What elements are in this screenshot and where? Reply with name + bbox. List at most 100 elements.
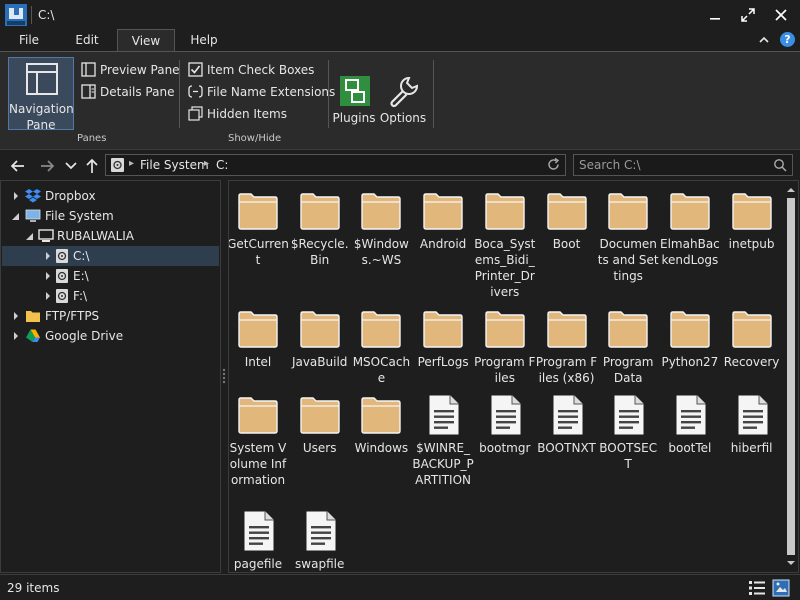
navigation-bar: ▸ File System ▸ C: — [0, 151, 800, 179]
collapse-ribbon-icon[interactable] — [757, 33, 771, 47]
folder-item[interactable]: $Windows.~WS — [352, 184, 410, 284]
scroll-up-icon[interactable] — [786, 185, 796, 195]
file-item[interactable]: BOOTSECT — [599, 388, 657, 488]
folder-item[interactable]: $Recycle.Bin — [291, 184, 349, 284]
plugins-button[interactable]: Plugins — [332, 74, 376, 134]
item-name: $Windows.~WS — [353, 237, 409, 267]
folder-icon — [238, 397, 278, 434]
item-name: BOOTNXT — [537, 441, 596, 455]
folder-item[interactable]: Program Files (x86) — [536, 302, 597, 402]
item-name: BOOTSECT — [599, 441, 658, 471]
file-icon — [613, 394, 645, 436]
close-button[interactable] — [772, 6, 790, 24]
item-name: JavaBuild — [291, 355, 348, 369]
item-name: Recovery — [723, 355, 780, 369]
file-item[interactable]: hiberfil — [723, 388, 781, 488]
expand-arrow-icon[interactable] — [43, 271, 53, 281]
file-item[interactable]: BOOTNXT — [537, 388, 596, 488]
expand-arrow-icon[interactable] — [11, 331, 21, 341]
scroll-down-icon[interactable] — [786, 558, 796, 568]
tree-item-file-system[interactable]: File System — [2, 206, 219, 226]
up-arrow-icon[interactable] — [83, 157, 101, 175]
details-view-icon[interactable] — [748, 579, 766, 597]
collapse-arrow-icon[interactable] — [24, 231, 34, 241]
expand-arrow-icon[interactable] — [43, 291, 53, 301]
drive-icon — [111, 158, 124, 172]
tree-item-dropbox[interactable]: Dropbox — [2, 186, 219, 206]
expand-arrow-icon[interactable] — [11, 311, 21, 321]
folder-item[interactable]: Android — [414, 184, 472, 284]
folder-item[interactable]: Intel — [229, 302, 287, 402]
file-icon — [737, 394, 769, 436]
back-arrow-icon[interactable] — [9, 157, 27, 175]
folder-item[interactable]: PerfLogs — [414, 302, 472, 402]
minimize-icon — [710, 18, 720, 20]
help-button[interactable]: ? — [780, 32, 795, 47]
search-icon[interactable] — [773, 158, 787, 172]
tree-item-ftp[interactable]: FTP/FTPS — [2, 306, 219, 326]
collapse-arrow-icon[interactable] — [10, 211, 20, 221]
folder-item[interactable]: MSOCache — [352, 302, 410, 402]
folder-item[interactable]: Recovery — [723, 302, 781, 402]
folder-item[interactable]: Boca_Systems_Bidi_Printer_Drivers — [474, 184, 535, 299]
close-icon — [775, 9, 787, 21]
file-item[interactable]: swapfile — [291, 504, 349, 572]
search-input[interactable] — [574, 155, 770, 175]
navigation-tree: Dropbox File System RUBALWALIA C:\ E:\ F… — [0, 180, 221, 573]
tab-view[interactable]: View — [117, 29, 175, 52]
tree-item-google-drive[interactable]: Google Drive — [2, 326, 219, 346]
file-item[interactable]: pagefile — [229, 504, 287, 572]
expand-arrow-icon[interactable] — [11, 191, 21, 201]
drive-icon — [56, 249, 68, 263]
folder-item[interactable]: Program Files — [474, 302, 535, 402]
folder-item[interactable]: JavaBuild — [291, 302, 349, 402]
folder-item[interactable]: Python27 — [661, 302, 719, 402]
folder-item[interactable]: System Volume Information — [229, 388, 287, 488]
refresh-icon[interactable] — [546, 157, 561, 172]
file-item[interactable]: $WINRE_BACKUP_PARTITION — [412, 388, 474, 488]
item-name: System Volume Information — [229, 441, 287, 487]
tree-item-f-drive[interactable]: F:\ — [2, 286, 219, 306]
folder-item[interactable]: GetCurrent — [229, 184, 289, 284]
item-name: ElmahBackendLogs — [660, 237, 720, 267]
tab-edit[interactable]: Edit — [64, 29, 110, 52]
address-bar[interactable]: ▸ File System ▸ C: — [105, 154, 566, 176]
tree-item-label: File System — [45, 209, 114, 223]
file-item[interactable]: bootTel — [661, 388, 719, 488]
folder-icon — [361, 193, 402, 230]
folder-item[interactable]: Boot — [538, 184, 596, 284]
maximize-button[interactable] — [739, 6, 757, 24]
panes-group-label: Panes — [77, 133, 107, 144]
forward-arrow-icon[interactable] — [38, 157, 56, 175]
item-name: Intel — [244, 355, 272, 369]
splitter-grip-icon[interactable] — [222, 368, 226, 384]
navigation-pane-button[interactable]: Navigation Pane — [8, 57, 74, 132]
breadcrumb-c-drive[interactable]: C: — [216, 158, 228, 172]
vertical-scrollbar[interactable] — [784, 181, 798, 572]
tree-item-label: Dropbox — [45, 189, 96, 203]
folder-item[interactable]: Program Data — [599, 302, 657, 402]
item-name: inetpub — [728, 237, 775, 251]
tree-item-c-drive[interactable]: C:\ — [2, 246, 219, 266]
folder-item[interactable]: Users — [291, 388, 349, 488]
large-icons-view-icon[interactable] — [772, 579, 790, 597]
navigation-pane-icon — [26, 63, 58, 95]
minimize-button[interactable] — [706, 6, 724, 24]
options-button[interactable]: Options — [380, 74, 426, 134]
tree-item-e-drive[interactable]: E:\ — [2, 266, 219, 286]
scrollbar-thumb[interactable] — [787, 198, 795, 555]
expand-arrow-icon[interactable] — [43, 251, 53, 261]
status-bar: 29 items — [0, 574, 800, 600]
chevron-down-icon[interactable] — [62, 157, 80, 175]
folder-icon — [423, 193, 463, 230]
file-item[interactable]: bootmgr — [476, 388, 534, 488]
folder-item[interactable]: Windows — [352, 388, 410, 488]
tab-help[interactable]: Help — [183, 29, 225, 52]
folder-item[interactable]: inetpub — [723, 184, 781, 284]
tab-file[interactable]: File — [8, 29, 50, 52]
folder-item[interactable]: ElmahBackendLogs — [660, 184, 720, 284]
tree-item-rubalwalia[interactable]: RUBALWALIA — [2, 226, 219, 246]
breadcrumb-separator: ▸ — [204, 158, 210, 169]
folder-item[interactable]: Documents and Settings — [598, 184, 659, 284]
breadcrumb-file-system[interactable]: File System — [140, 158, 209, 172]
